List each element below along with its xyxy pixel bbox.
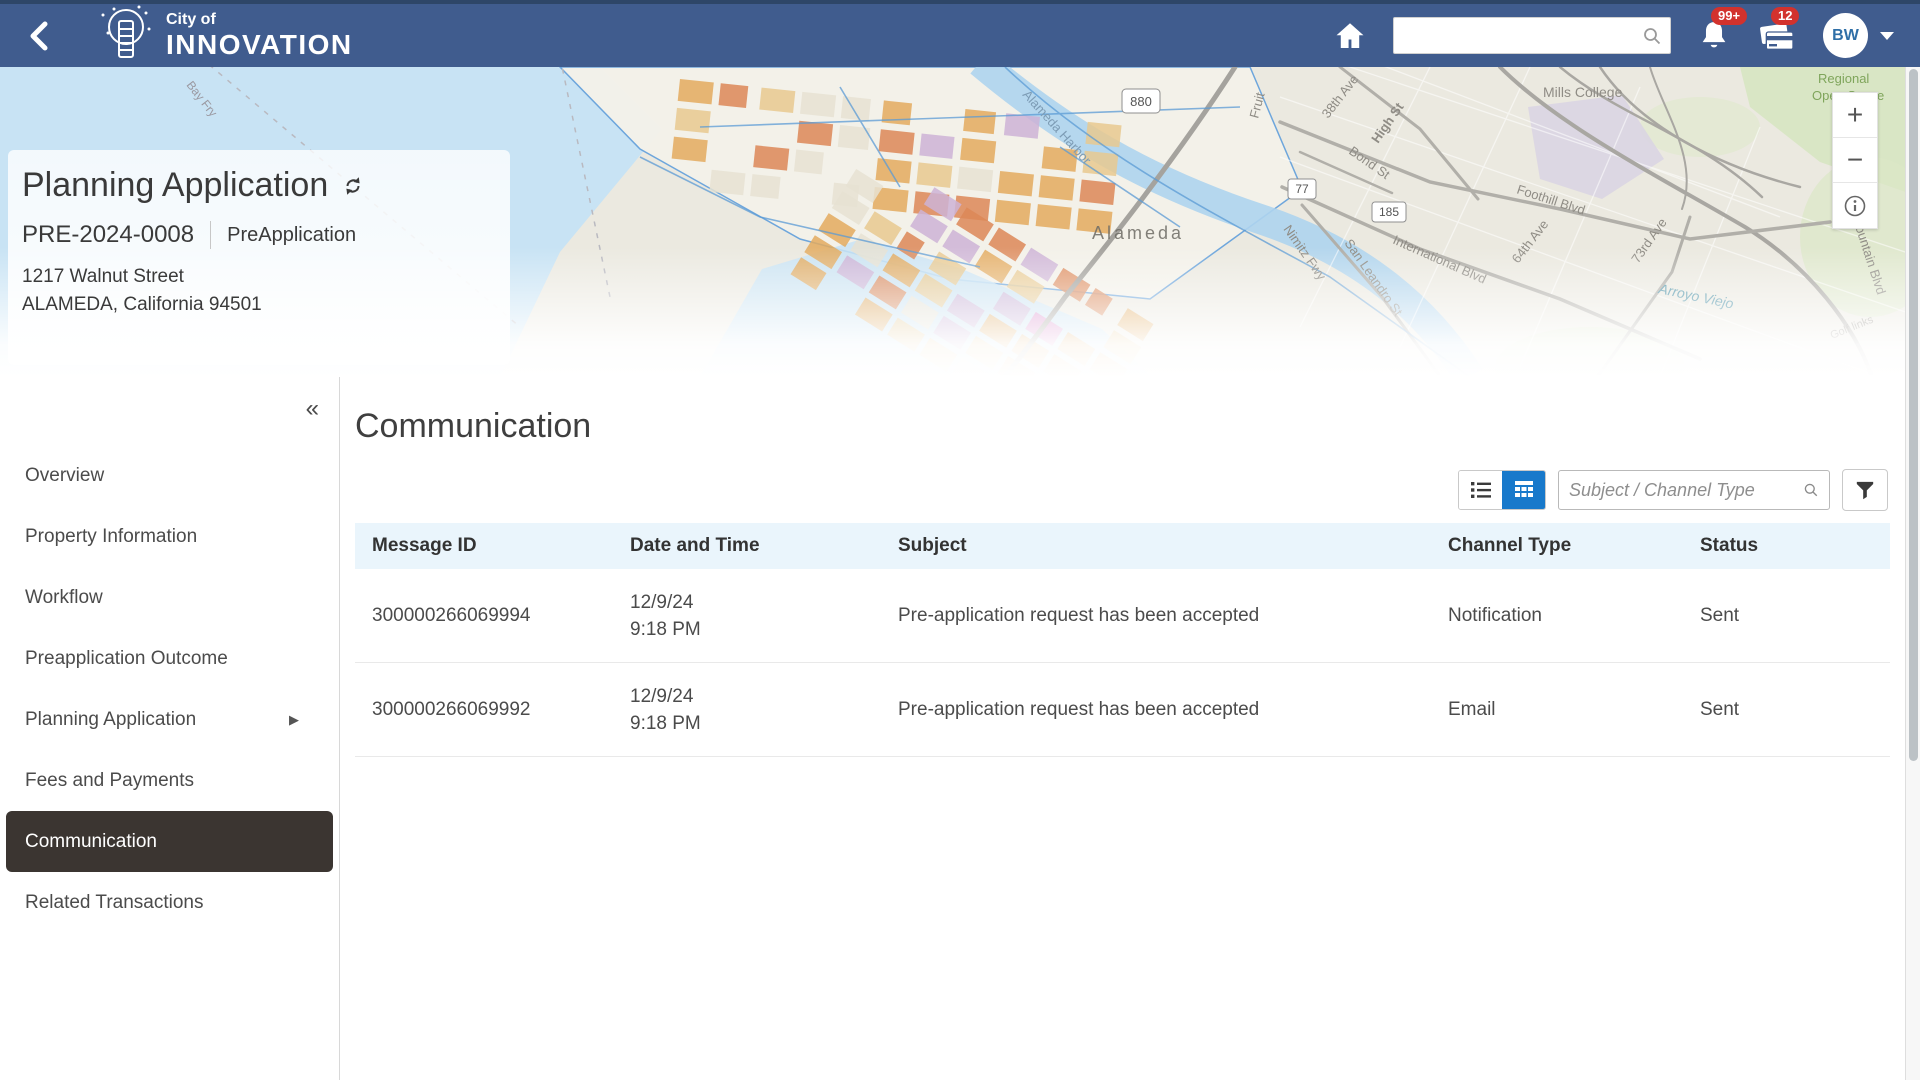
record-type: PreApplication — [227, 224, 356, 247]
grid-view-button[interactable] — [1502, 471, 1545, 509]
col-channel-type: Channel Type — [1448, 535, 1700, 557]
communication-table: Message ID Date and Time Subject Channel… — [355, 523, 1890, 757]
grid-view-icon — [1514, 480, 1534, 500]
logo-innovation: INNOVATION — [166, 31, 353, 59]
page-title: Communication — [355, 407, 1890, 446]
cell-channel-type: Email — [1448, 699, 1700, 721]
back-button[interactable] — [26, 16, 60, 56]
table-row[interactable]: 300000266069994 12/9/24 9:18 PM Pre-appl… — [355, 569, 1890, 663]
refresh-icon[interactable] — [342, 175, 364, 197]
info-icon — [1843, 194, 1867, 218]
user-avatar[interactable]: BW — [1823, 13, 1868, 58]
user-menu-caret-icon[interactable] — [1880, 32, 1894, 40]
cell-date-time: 12/9/24 9:18 PM — [630, 589, 898, 643]
search-icon[interactable] — [1642, 26, 1662, 46]
notifications-badge: 99+ — [1711, 7, 1747, 25]
top-header-bar: City of INNOVATION — [0, 0, 1920, 67]
sidebar-nav: Overview Property Information Workflow P… — [0, 445, 339, 933]
banner-title: Planning Application — [22, 166, 328, 205]
filter-funnel-icon — [1855, 480, 1875, 500]
logo-city-of: City of — [166, 12, 353, 28]
svg-text:Alameda: Alameda — [1092, 223, 1184, 243]
header-actions: 99+ 12 BW — [1333, 13, 1894, 58]
sidebar-item-fees-and-payments[interactable]: Fees and Payments — [6, 750, 333, 811]
lightbulb-logo-icon — [94, 5, 152, 67]
sidebar-item-related-transactions[interactable]: Related Transactions — [6, 872, 333, 933]
cell-message-id: 300000266069994 — [372, 605, 630, 627]
list-view-icon — [1470, 480, 1492, 500]
record-summary-card: Planning Application PRE-2024-0008 PreAp… — [8, 150, 510, 365]
col-message-id: Message ID — [372, 535, 630, 557]
back-chevron-icon — [26, 19, 52, 53]
sidebar-item-overview[interactable]: Overview — [6, 445, 333, 506]
view-toggle — [1458, 470, 1546, 510]
table-toolbar — [1458, 469, 1888, 511]
cell-message-id: 300000266069992 — [372, 699, 630, 721]
app-root: City of INNOVATION — [0, 0, 1920, 1080]
map-zoom-in-button[interactable]: + — [1833, 93, 1877, 138]
svg-text:Regional: Regional — [1818, 71, 1869, 86]
svg-text:880: 880 — [1130, 94, 1152, 109]
col-status: Status — [1700, 535, 1890, 557]
payments-button[interactable]: 12 — [1757, 18, 1797, 54]
filter-button[interactable] — [1842, 469, 1888, 511]
table-header-row: Message ID Date and Time Subject Channel… — [355, 523, 1890, 569]
page-scrollbar[interactable] — [1905, 67, 1920, 1080]
map-zoom-out-button[interactable]: − — [1833, 138, 1877, 183]
col-subject: Subject — [898, 535, 1448, 557]
cell-status: Sent — [1700, 605, 1890, 627]
col-date-and-time: Date and Time — [630, 535, 898, 557]
sidebar-collapse-button[interactable]: « — [306, 395, 317, 423]
scrollbar-thumb[interactable] — [1909, 69, 1918, 761]
payments-badge: 12 — [1771, 7, 1799, 25]
map-info-button[interactable] — [1833, 183, 1877, 228]
table-row[interactable]: 300000266069992 12/9/24 9:18 PM Pre-appl… — [355, 663, 1890, 757]
table-search-input[interactable] — [1569, 480, 1803, 501]
home-icon — [1333, 19, 1367, 53]
map-controls: + − — [1832, 92, 1878, 229]
cell-status: Sent — [1700, 699, 1890, 721]
global-search-box — [1393, 17, 1671, 54]
address-line-1: 1217 Walnut Street — [22, 263, 510, 291]
table-search-box — [1558, 470, 1830, 510]
sidebar-item-workflow[interactable]: Workflow — [6, 567, 333, 628]
map-banner: 880 77 185 Bay Fry Alameda Harbor Alamed… — [0, 67, 1920, 377]
sidebar-item-communication[interactable]: Communication — [6, 811, 333, 872]
svg-text:185: 185 — [1379, 205, 1399, 219]
cell-subject: Pre-application request has been accepte… — [898, 605, 1448, 627]
cell-channel-type: Notification — [1448, 605, 1700, 627]
svg-text:77: 77 — [1295, 182, 1309, 196]
cell-subject: Pre-application request has been accepte… — [898, 699, 1448, 721]
cell-date-time: 12/9/24 9:18 PM — [630, 683, 898, 737]
search-icon — [1803, 480, 1819, 500]
home-button[interactable] — [1333, 19, 1367, 53]
svg-text:Mills College: Mills College — [1543, 84, 1623, 100]
lower-section: « Overview Property Information Workflow… — [0, 377, 1920, 1080]
app-logo: City of INNOVATION — [94, 5, 353, 67]
list-view-button[interactable] — [1459, 471, 1502, 509]
sidebar-item-property-information[interactable]: Property Information — [6, 506, 333, 567]
sidebar-item-planning-application[interactable]: Planning Application ▶ — [6, 689, 333, 750]
submenu-arrow-icon: ▶ — [289, 712, 299, 728]
sidebar-item-preapplication-outcome[interactable]: Preapplication Outcome — [6, 628, 333, 689]
record-sidebar: « Overview Property Information Workflow… — [0, 377, 340, 1080]
global-search-input[interactable] — [1402, 27, 1642, 45]
address-line-2: ALAMEDA, California 94501 — [22, 291, 510, 319]
record-divider — [210, 221, 211, 249]
communication-panel: Communication — [340, 377, 1920, 1080]
notifications-button[interactable]: 99+ — [1697, 18, 1731, 54]
record-id: PRE-2024-0008 — [22, 221, 194, 249]
